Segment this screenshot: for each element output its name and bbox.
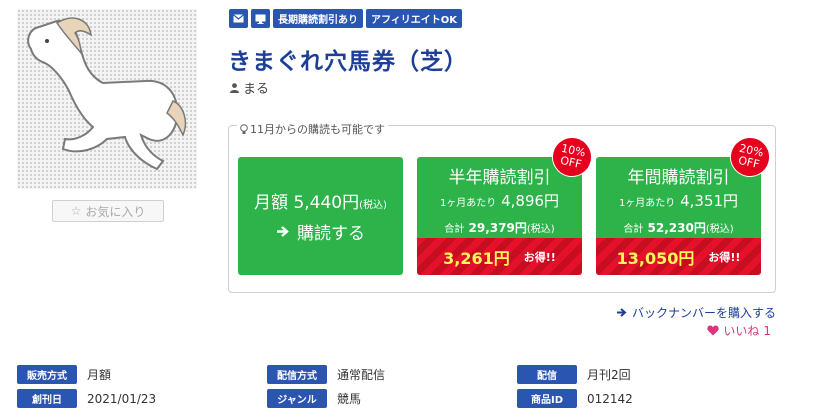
favorite-label: お気に入り	[85, 204, 146, 219]
half-year-savings: 3,261円 お得!!	[417, 238, 582, 275]
savings-label: お得!!	[523, 250, 556, 264]
per-month-value: 4,351円	[680, 192, 739, 210]
info-label: ジャンル	[267, 389, 327, 408]
like-count: 1	[763, 323, 771, 338]
total-tax: (税込)	[705, 224, 734, 235]
like-label: いいね	[723, 324, 760, 338]
affiliate-badge: アフィリエイトOK	[366, 9, 463, 28]
off-label: OFF	[559, 153, 583, 171]
author[interactable]: まる	[230, 78, 269, 97]
monthly-subscribe-button[interactable]: 月額 5,440円(税込) 購読する	[238, 157, 403, 275]
subscribe-action: 購読する	[276, 219, 365, 244]
per-month-value: 4,896円	[501, 192, 560, 210]
info-value: 012142	[587, 391, 633, 406]
monthly-price: 月額 5,440円(税込)	[254, 188, 387, 213]
savings-label: お得!!	[708, 250, 741, 264]
info-sale-method: 販売方式 月額	[17, 365, 111, 384]
subscribe-label: 購読する	[297, 224, 365, 244]
info-label: 販売方式	[17, 365, 77, 384]
monthly-price-label: 月額 5,440円	[254, 193, 360, 213]
half-year-per-month: 1ヶ月あたり 4,896円	[417, 190, 582, 211]
author-name: まる	[243, 82, 270, 97]
star-outline-icon: ☆	[70, 204, 82, 218]
long-term-discount-badge: 長期購読割引あり	[273, 9, 363, 28]
info-value: 2021/01/23	[87, 391, 157, 406]
backnumber-link[interactable]: バックナンバーを購入する	[616, 304, 776, 321]
info-first-issue: 創刊日 2021/01/23	[17, 389, 156, 408]
feature-badges: 長期購読割引あり アフィリエイトOK	[229, 9, 463, 28]
half-year-subscribe-button[interactable]: 半年購読割引 1ヶ月あたり 4,896円 合計 29,379円(税込) 3,26…	[417, 157, 582, 275]
info-label: 配信	[517, 365, 577, 384]
monthly-tax: (税込)	[359, 200, 387, 211]
info-label: 創刊日	[17, 389, 77, 408]
lightbulb-icon	[240, 123, 248, 134]
info-value: 月額	[87, 368, 112, 382]
heart-icon	[707, 325, 719, 336]
user-icon	[230, 82, 239, 93]
info-value: 通常配信	[337, 368, 386, 382]
yearly-total: 合計 52,230円(税込)	[596, 219, 761, 236]
backnumber-label: バックナンバーを購入する	[631, 306, 776, 320]
envelope-icon	[229, 9, 248, 28]
yearly-subscribe-button[interactable]: 年間購読割引 1ヶ月あたり 4,351円 合計 52,230円(税込) 13,0…	[596, 157, 761, 275]
yearly-savings: 13,050円 お得!!	[596, 238, 761, 275]
total-label: 合計	[444, 224, 465, 235]
total-label: 合計	[623, 224, 644, 235]
favorite-button[interactable]: ☆ お気に入り	[52, 200, 164, 222]
plan-note: 11月からの購読も可能です	[237, 121, 388, 137]
info-value: 月刊2回	[587, 368, 631, 382]
horse-illustration	[27, 17, 187, 171]
magazine-title: きまぐれ穴馬券（芝）	[228, 49, 468, 75]
magazine-thumbnail[interactable]	[17, 9, 197, 189]
plan-note-text: 11月からの購読も可能です	[250, 123, 385, 136]
half-year-total: 合計 29,379円(税込)	[417, 219, 582, 236]
total-value: 29,379円	[468, 221, 527, 235]
info-label: 商品ID	[517, 389, 577, 408]
arrow-right-icon	[277, 226, 289, 237]
monitor-icon	[251, 9, 270, 28]
per-month-label: 1ヶ月あたり	[618, 198, 676, 209]
info-label: 配信方式	[267, 365, 327, 384]
per-month-label: 1ヶ月あたり	[439, 198, 497, 209]
off-label: OFF	[737, 153, 761, 171]
total-tax: (税込)	[526, 224, 555, 235]
info-genre: ジャンル 競馬	[267, 389, 361, 408]
info-delivery-method: 配信方式 通常配信	[267, 365, 385, 384]
savings-amount: 3,261円	[443, 248, 510, 268]
total-value: 52,230円	[647, 221, 706, 235]
info-delivery: 配信 月刊2回	[517, 365, 631, 384]
like-button[interactable]: いいね 1	[707, 322, 771, 339]
info-product-id: 商品ID 012142	[517, 389, 633, 408]
savings-amount: 13,050円	[616, 248, 695, 268]
info-value: 競馬	[337, 392, 362, 406]
arrow-right-icon	[616, 308, 627, 317]
yearly-per-month: 1ヶ月あたり 4,351円	[596, 190, 761, 211]
